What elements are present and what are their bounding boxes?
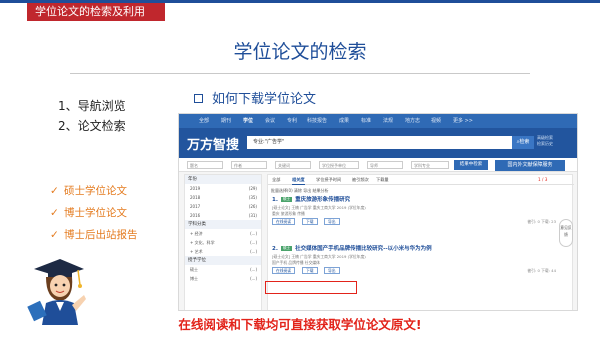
wf-search-input[interactable]: 专业:"广告学" [247, 136, 512, 149]
wf-nav-item[interactable]: 专利 [287, 114, 297, 128]
wf-header: 万方智搜 专业:"广告学" ⌕检索 高级检索 检索历史 [179, 128, 577, 158]
wf-nav-item[interactable]: 更多 >> [453, 114, 473, 128]
result-item: 1. 硕士 重庆旅游形象传播研究 [硕士论文] 王楠 广告学 重庆工商大学 2019… [272, 196, 562, 227]
wf-year-item[interactable]: 2019 (29) [185, 184, 261, 193]
wf-nav-item[interactable]: 标准 [361, 114, 371, 128]
feedback-float-button[interactable]: 意见反馈 [559, 219, 573, 247]
wf-tab[interactable]: 下载量 [376, 176, 389, 184]
wf-subject-item[interactable]: + 艺术 (...) [185, 247, 261, 256]
wf-nav-item[interactable]: 全部 [199, 114, 209, 128]
wf-document-service-button[interactable]: 国内外文献保障服务 [495, 160, 565, 171]
result-tag: 硕士 [280, 246, 293, 251]
wf-filter-major[interactable]: 学科专业 [411, 161, 449, 169]
wanfang-screenshot: 全部 期刊 学位 会议 专利 科技报告 成果 标准 法规 地方志 视频 更多 >… [178, 113, 578, 311]
wf-history-link[interactable]: 检索历史 [537, 141, 553, 147]
wf-degree-item[interactable]: 硕士 (...) [185, 265, 261, 274]
wf-search-links: 高级检索 检索历史 [537, 135, 553, 147]
wf-nav-item[interactable]: 成果 [339, 114, 349, 128]
download-button[interactable]: 下载 [302, 218, 318, 225]
wf-page-indicator: 1 / 3 [538, 177, 548, 182]
result-actions: 在线阅读 下载 导出 被引: 0 下载: 23 [272, 217, 562, 227]
wf-nav-item[interactable]: 科技报告 [307, 114, 327, 128]
export-button[interactable]: 导出 [324, 267, 340, 274]
result-title[interactable]: 1. 硕士 重庆旅游形象传播研究 [272, 196, 562, 205]
slide-title: 学位论文的检索 [233, 41, 367, 63]
nav-item-browse: 1、导航浏览 [58, 99, 126, 113]
wf-filter-unit[interactable]: 学位授予单位 [319, 161, 359, 169]
title-divider [70, 73, 530, 74]
wf-year-item[interactable]: 2017 (26) [185, 202, 261, 211]
wf-nav-item[interactable]: 期刊 [221, 114, 231, 128]
square-bullet-icon [194, 94, 203, 103]
wf-subject-header[interactable]: 学科分类 [185, 220, 261, 229]
wf-sidebar: 年份 2019 (29) 2018 (35) 2017 (26) 2016 (31) 学… [184, 174, 262, 310]
wf-tab[interactable]: 学位授予时间 [316, 176, 341, 184]
wf-filter-title[interactable]: 题名 [187, 161, 223, 169]
result-actions: 在线阅读 下载 导出 被引: 0 下载: 44 [272, 266, 562, 276]
nav-list: 1、导航浏览 2、论文检索 [58, 96, 126, 136]
wf-filter-author[interactable]: 作者 [231, 161, 267, 169]
wf-nav-item[interactable]: 会议 [265, 114, 275, 128]
result-stats: 被引: 0 下载: 23 [527, 219, 556, 224]
top-bar: 学位论文的检索及利用 [0, 0, 600, 21]
wf-subject-item[interactable]: + 经济 (...) [185, 229, 261, 238]
nav-item-search: 2、论文检索 [58, 119, 126, 133]
slide: 学位论文的检索及利用 学位论文的检索 1、导航浏览 2、论文检索 如何下载学位论… [0, 0, 600, 338]
check-icon: ✓ [50, 207, 59, 219]
result-title[interactable]: 2. 硕士 社交媒体国产手机品牌传播比较研究--以小米与华为为例 [272, 245, 562, 254]
wf-filter-bar: 题名 作者 关键词 学位授予单位 导师 学科专业 结果中检索 国内外文献保障服务 [179, 158, 577, 172]
read-online-button[interactable]: 在线阅读 [272, 218, 296, 225]
result-stats: 被引: 0 下载: 44 [527, 268, 556, 273]
footer-note: 在线阅读和下载均可直接获取学位论文原文! [178, 317, 422, 332]
topbar-label: 学位论文的检索及利用 [27, 3, 165, 21]
check-item: ✓ 硕士学位论文 [50, 180, 138, 202]
wf-degree-item[interactable]: 博士 (...) [185, 274, 261, 283]
wf-logo: 万方智搜 [187, 138, 240, 153]
check-item: ✓ 博士后出站报告 [50, 224, 138, 246]
result-item: 2. 硕士 社交媒体国产手机品牌传播比较研究--以小米与华为为例 [硕士论文] 王楠… [272, 245, 562, 276]
wf-year-item[interactable]: 2016 (31) [185, 211, 261, 220]
highlight-box [265, 281, 357, 294]
wf-search-button[interactable]: ⌕检索 [512, 136, 534, 149]
result-tag: 硕士 [280, 197, 293, 202]
check-icon: ✓ [50, 229, 59, 241]
wf-tab[interactable]: 全部 [272, 176, 280, 184]
wf-nav-item[interactable]: 法规 [383, 114, 393, 128]
check-item: ✓ 博士学位论文 [50, 202, 138, 224]
wf-subject-item[interactable]: + 文化、科学 (...) [185, 238, 261, 247]
wf-nav-item-active[interactable]: 学位 [243, 114, 253, 128]
wf-top-nav: 全部 期刊 学位 会议 专利 科技报告 成果 标准 法规 地方志 视频 更多 >… [179, 114, 577, 128]
wf-year-header[interactable]: 年份 [185, 175, 261, 184]
download-button[interactable]: 下载 [302, 267, 318, 274]
section-header-text: 如何下载学位论文 [212, 92, 317, 107]
wf-degree-header[interactable]: 授予学位 [185, 256, 261, 265]
wf-filter-advisor[interactable]: 导师 [367, 161, 403, 169]
wf-filter-keyword[interactable]: 关键词 [275, 161, 311, 169]
wf-nav-item[interactable]: 视频 [431, 114, 441, 128]
wf-toolbar[interactable]: 批量选择(0) 清除 导出 结果分析 [268, 186, 574, 195]
wf-tab-active[interactable]: 相关度 [292, 176, 305, 185]
wf-year-item[interactable]: 2018 (35) [185, 193, 261, 202]
wf-refine-button[interactable]: 结果中检索 [454, 160, 488, 170]
wf-sort-tabs: 全部 相关度 学位授予时间 被引频次 下载量 1 / 3 [268, 175, 574, 185]
read-online-button[interactable]: 在线阅读 [272, 267, 296, 274]
section-header: 如何下载学位论文 [194, 88, 316, 107]
wf-tab[interactable]: 被引频次 [352, 176, 369, 184]
export-button[interactable]: 导出 [324, 218, 340, 225]
wf-nav-item[interactable]: 地方志 [405, 114, 420, 128]
check-icon: ✓ [50, 185, 59, 197]
check-list: ✓ 硕士学位论文 ✓ 博士学位论文 ✓ 博士后出站报告 [50, 180, 138, 246]
wf-search-value: 专业:"广告学" [253, 139, 285, 145]
